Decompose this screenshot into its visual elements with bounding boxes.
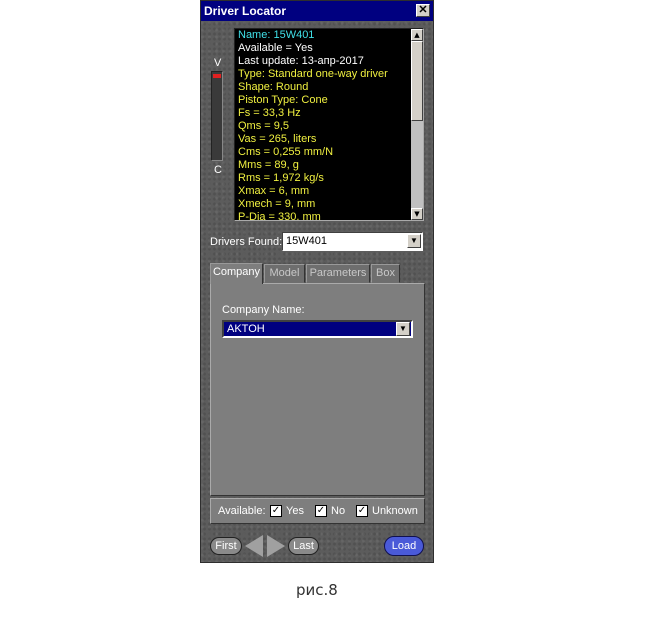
driver-info-line: Last update: 13-апр-2017 bbox=[238, 55, 364, 67]
first-button[interactable]: First bbox=[210, 537, 242, 555]
driver-info-line: Xmax = 6, mm bbox=[238, 185, 310, 197]
title-bar: Driver Locator ✕ bbox=[201, 1, 433, 21]
driver-info-panel: Name: 15W401 Available = Yes Last update: … bbox=[234, 28, 424, 221]
checkbox-yes-label: Yes bbox=[286, 505, 304, 517]
chevron-down-icon[interactable]: ▼ bbox=[396, 322, 410, 336]
company-name-dropdown[interactable]: AKTOH ▼ bbox=[222, 320, 413, 338]
meter-top-label: V bbox=[214, 57, 222, 69]
company-name-value: AKTOH bbox=[227, 323, 265, 335]
driver-info-lines: Name: 15W401 Available = Yes Last update: … bbox=[238, 29, 408, 221]
last-button[interactable]: Last bbox=[288, 537, 319, 555]
driver-info-line: Xmech = 9, mm bbox=[238, 198, 316, 210]
meter-bottom-label: C bbox=[214, 164, 222, 176]
checkbox-yes[interactable]: ✓ bbox=[270, 505, 282, 517]
drivers-found-label: Drivers Found: bbox=[210, 236, 283, 248]
driver-info-line: Qms = 9,5 bbox=[238, 120, 290, 132]
figure-caption: рис.8 bbox=[296, 581, 338, 599]
close-button[interactable]: ✕ bbox=[416, 4, 430, 17]
company-name-label: Company Name: bbox=[222, 304, 305, 316]
scroll-down-button[interactable]: ▼ bbox=[411, 208, 423, 220]
driver-info-line: Vas = 265, liters bbox=[238, 133, 317, 145]
company-tab-panel: Company Name: AKTOH ▼ bbox=[210, 283, 425, 496]
scroll-thumb[interactable] bbox=[411, 41, 423, 121]
next-arrow-icon[interactable] bbox=[267, 535, 285, 557]
checkbox-unknown[interactable]: ✓ bbox=[356, 505, 368, 517]
driver-info-line: P-Dia = 330, mm bbox=[238, 211, 321, 221]
window-title: Driver Locator bbox=[204, 4, 287, 18]
previous-arrow-icon[interactable] bbox=[245, 535, 263, 557]
checkbox-no-label: No bbox=[331, 505, 346, 517]
availability-filter: Available: ✓ Yes ✓ No ✓ Unknown bbox=[210, 498, 425, 524]
checkbox-unknown-label: Unknown bbox=[372, 505, 418, 517]
driver-info-line: Cms = 0,255 mm/N bbox=[238, 146, 334, 158]
scroll-up-button[interactable]: ▲ bbox=[411, 29, 423, 41]
driver-info-line: Mms = 89, g bbox=[238, 159, 299, 171]
driver-info-line: Available = Yes bbox=[238, 42, 313, 54]
tab-box[interactable]: Box bbox=[371, 264, 400, 283]
level-meter bbox=[211, 71, 223, 161]
available-label: Available: bbox=[218, 505, 266, 517]
chevron-down-icon[interactable]: ▼ bbox=[407, 234, 421, 248]
driver-info-line: Rms = 1,972 kg/s bbox=[238, 172, 324, 184]
driver-locator-window: Driver Locator ✕ V C Name: 15W401 Availab… bbox=[200, 0, 434, 563]
drivers-found-value: 15W401 bbox=[286, 235, 327, 247]
load-button[interactable]: Load bbox=[384, 536, 424, 556]
driver-info-line: Shape: Round bbox=[238, 81, 309, 93]
tab-model[interactable]: Model bbox=[264, 264, 305, 283]
checkbox-no[interactable]: ✓ bbox=[315, 505, 327, 517]
driver-info-line: Type: Standard one-way driver bbox=[238, 68, 388, 80]
close-icon: ✕ bbox=[418, 4, 428, 16]
driver-info-line: Fs = 33,3 Hz bbox=[238, 107, 301, 119]
info-scrollbar[interactable]: ▲ ▼ bbox=[411, 29, 423, 220]
driver-info-line: Name: 15W401 bbox=[238, 29, 315, 41]
drivers-found-dropdown[interactable]: 15W401 ▼ bbox=[282, 232, 423, 251]
meter-level-indicator bbox=[213, 74, 221, 78]
tab-company[interactable]: Company bbox=[210, 263, 263, 284]
tab-parameters[interactable]: Parameters bbox=[306, 264, 370, 283]
driver-info-line: Piston Type: Cone bbox=[238, 94, 328, 106]
